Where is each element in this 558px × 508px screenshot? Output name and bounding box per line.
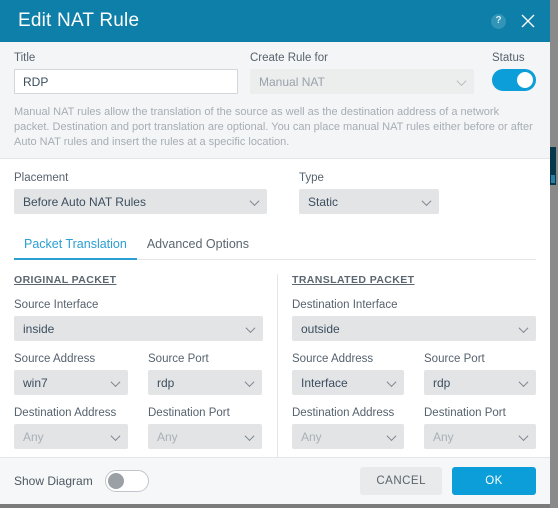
original-source-address-group: Source Address win7 (14, 353, 128, 395)
original-source-interface-label: Source Interface (14, 299, 99, 311)
original-destination-port-group: Destination Port Any (148, 407, 262, 449)
translated-source-port-value: rdp (433, 375, 451, 390)
chevron-down-icon (386, 430, 397, 441)
close-icon[interactable] (520, 13, 536, 29)
translated-source-port-group: Source Port rdp (424, 353, 536, 395)
original-source-port-select[interactable]: rdp (148, 370, 262, 395)
chevron-down-icon (456, 75, 467, 86)
show-diagram-toggle[interactable] (104, 470, 149, 492)
original-destination-address-label: Destination Address (14, 407, 117, 419)
chevron-down-icon (518, 376, 529, 387)
translated-destination-address-select[interactable]: Any (292, 424, 404, 449)
translated-destination-port-label: Destination Port (424, 407, 506, 419)
chevron-down-icon (244, 376, 255, 387)
translated-destination-address-group: Destination Address Any (292, 407, 404, 449)
tab-bar: Packet Translation Advanced Options (14, 232, 536, 260)
chevron-down-icon (249, 195, 260, 206)
chevron-down-icon (421, 195, 432, 206)
status-toggle[interactable] (492, 69, 536, 91)
ok-button[interactable]: OK (452, 467, 536, 495)
title-label: Title (14, 52, 36, 64)
dialog-footer: Show Diagram CANCEL OK (0, 457, 550, 504)
status-label: Status (492, 52, 525, 64)
translated-destination-port-group: Destination Port Any (424, 407, 536, 449)
edit-nat-rule-dialog: Edit NAT Rule ? Title Create Rule for Ma… (0, 0, 550, 504)
dialog-title: Edit NAT Rule (18, 10, 140, 31)
original-packet-heading: ORIGINAL PACKET (14, 274, 117, 286)
page-background-edge (550, 0, 558, 508)
page-accent-highlight (551, 175, 555, 183)
translated-destination-interface-label: Destination Interface (292, 299, 398, 311)
chevron-down-icon (110, 376, 121, 387)
title-field-group: Title (14, 52, 238, 94)
placement-select[interactable]: Before Auto NAT Rules (14, 189, 267, 214)
translated-destination-interface-value: outside (301, 321, 340, 336)
translated-source-address-select[interactable]: Interface (292, 370, 404, 395)
placement-group: Placement Before Auto NAT Rules (14, 172, 267, 214)
original-destination-address-value: Any (23, 429, 44, 444)
tab-advanced-options[interactable]: Advanced Options (137, 233, 259, 260)
original-destination-address-select[interactable]: Any (14, 424, 128, 449)
create-rule-for-value: Manual NAT (259, 74, 325, 89)
original-source-address-select[interactable]: win7 (14, 370, 128, 395)
translated-source-address-value: Interface (301, 375, 348, 390)
original-source-interface-value: inside (23, 321, 55, 336)
original-destination-port-label: Destination Port (148, 407, 230, 419)
chevron-down-icon (244, 430, 255, 441)
translated-packet-column: TRANSLATED PACKET Destination Interface … (277, 274, 550, 464)
placement-value: Before Auto NAT Rules (23, 194, 146, 209)
help-glyph: ? (491, 13, 506, 29)
chevron-down-icon (386, 376, 397, 387)
original-source-interface-select[interactable]: inside (14, 316, 263, 341)
chevron-down-icon (518, 322, 529, 333)
original-source-port-group: Source Port rdp (148, 353, 262, 395)
original-destination-address-group: Destination Address Any (14, 407, 128, 449)
translated-packet-heading: TRANSLATED PACKET (292, 274, 415, 286)
translated-destination-interface-select[interactable]: outside (292, 316, 536, 341)
original-source-port-label: Source Port (148, 353, 209, 365)
cancel-button[interactable]: CANCEL (360, 467, 442, 495)
translated-source-address-group: Source Address Interface (292, 353, 404, 395)
create-rule-for-select: Manual NAT (250, 69, 474, 94)
dialog-header: Edit NAT Rule ? (0, 0, 550, 42)
translated-destination-port-value: Any (433, 429, 454, 444)
placement-type-panel: Placement Before Auto NAT Rules Type Sta… (0, 159, 550, 216)
original-destination-port-select[interactable]: Any (148, 424, 262, 449)
translated-destination-port-select[interactable]: Any (424, 424, 536, 449)
original-destination-port-value: Any (157, 429, 178, 444)
create-rule-for-group: Create Rule for Manual NAT (250, 52, 474, 94)
original-source-address-value: win7 (23, 375, 48, 390)
chevron-down-icon (518, 430, 529, 441)
translated-destination-interface-group: Destination Interface outside (292, 299, 536, 341)
rule-header-panel: Title Create Rule for Manual NAT Status … (0, 42, 550, 159)
status-group: Status (492, 52, 536, 91)
status-toggle-knob (517, 72, 533, 88)
help-icon[interactable]: ? (491, 13, 506, 29)
translated-source-port-label: Source Port (424, 353, 485, 365)
type-select[interactable]: Static (299, 189, 439, 214)
placement-label: Placement (14, 172, 69, 184)
manual-nat-description: Manual NAT rules allow the translation o… (14, 106, 533, 148)
chevron-down-icon (110, 430, 121, 441)
original-source-address-label: Source Address (14, 353, 96, 365)
original-source-interface-group: Source Interface inside (14, 299, 263, 341)
title-input[interactable] (14, 69, 238, 94)
original-source-port-value: rdp (157, 375, 175, 390)
original-packet-column: ORIGINAL PACKET Source Interface inside … (0, 274, 277, 464)
type-label: Type (299, 172, 324, 184)
create-rule-for-label: Create Rule for (250, 52, 328, 64)
type-group: Type Static (299, 172, 439, 214)
chevron-down-icon (245, 322, 256, 333)
translated-source-address-label: Source Address (292, 353, 374, 365)
tab-packet-translation[interactable]: Packet Translation (14, 233, 137, 260)
translated-destination-address-value: Any (301, 429, 322, 444)
show-diagram-label: Show Diagram (14, 474, 93, 488)
show-diagram-toggle-knob (107, 472, 124, 489)
type-value: Static (308, 194, 339, 209)
packet-translation-panel: ORIGINAL PACKET Source Interface inside … (0, 260, 550, 464)
translated-destination-address-label: Destination Address (292, 407, 395, 419)
translated-source-port-select[interactable]: rdp (424, 370, 536, 395)
